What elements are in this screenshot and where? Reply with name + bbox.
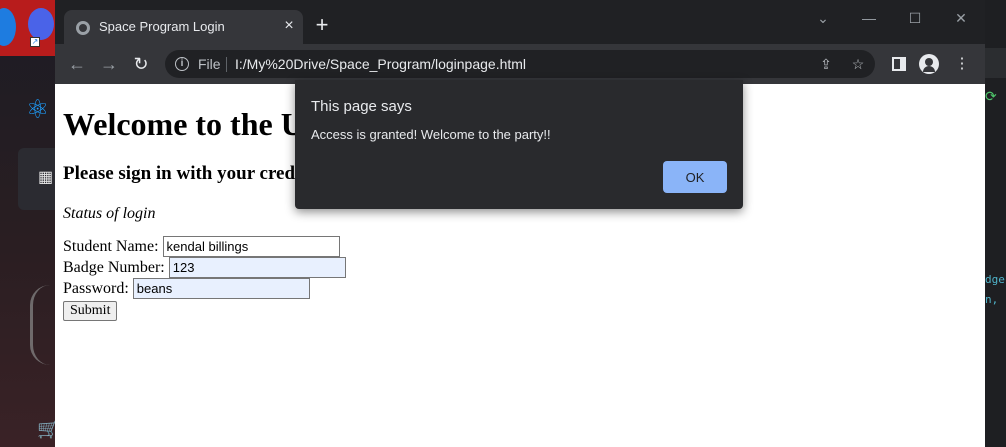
ok-button[interactable]: OK [663, 161, 727, 193]
window-close-icon[interactable]: ✕ [951, 8, 971, 28]
browser-window: Space Program Login × + ⌄ — ☐ ✕ ← → ↻ i … [55, 0, 985, 447]
submit-button[interactable]: Submit [63, 300, 118, 321]
browser-toolbar: ← → ↻ i File I:/My%20Drive/Space_Program… [55, 44, 985, 84]
page-title: Welcome to the U [63, 106, 304, 142]
arrow-left-icon[interactable]: ← [65, 52, 89, 76]
star-icon[interactable]: ☆ [849, 55, 867, 73]
desktop-background-right: ⟳ dge n, [985, 0, 1006, 447]
reload-icon[interactable]: ↻ [129, 52, 153, 76]
desktop-background-left: ↗ ⚛ ▦ 🛒 [0, 0, 56, 447]
close-icon[interactable]: × [280, 17, 298, 35]
badge-number-label: Badge Number: [63, 259, 165, 276]
student-name-label: Student Name: [63, 238, 159, 255]
plus-icon[interactable]: + [311, 14, 333, 36]
tab-space-program-login[interactable]: Space Program Login × [64, 10, 303, 44]
cart-icon[interactable]: 🛒 [37, 419, 56, 439]
student-name-input[interactable] [162, 236, 340, 257]
alert-dialog: This page says Access is granted! Welcom… [295, 80, 743, 209]
dialog-message: Access is granted! Welcome to the party!… [311, 127, 551, 142]
login-form: Student Name: Badge Number: Password: Su… [63, 236, 346, 321]
maximize-icon[interactable]: ☐ [905, 8, 925, 28]
shortcut-arrow-icon: ↗ [30, 37, 40, 47]
desktop-discord-icon[interactable] [28, 8, 54, 40]
url-scheme: File [198, 56, 221, 72]
editor-code-text: n, [985, 293, 999, 306]
dialog-title: This page says [311, 98, 412, 115]
refresh-icon[interactable]: ⟳ [985, 88, 997, 105]
badge-number-input[interactable] [168, 257, 346, 278]
editor-code-text: dge [985, 273, 1005, 286]
info-icon[interactable]: i [175, 57, 189, 71]
arrow-right-icon[interactable]: → [97, 52, 121, 76]
launcher-logo-icon[interactable]: ⚛ [26, 94, 56, 124]
editor-bar [985, 48, 1006, 78]
url-text[interactable]: I:/My%20Drive/Space_Program/loginpage.ht… [235, 56, 526, 72]
address-bar[interactable]: i File I:/My%20Drive/Space_Program/login… [165, 50, 875, 78]
side-panel-icon[interactable] [892, 57, 906, 71]
wallpaper-art [30, 285, 56, 365]
tab-title: Space Program Login [99, 19, 225, 34]
profile-icon[interactable] [919, 54, 939, 74]
page-subtitle: Please sign in with your crede [63, 163, 304, 184]
password-input[interactable] [132, 278, 310, 299]
login-status: Status of login [63, 205, 156, 222]
chevron-down-icon[interactable]: ⌄ [813, 8, 833, 28]
grid-icon: ▦ [38, 169, 54, 186]
kebab-menu-icon[interactable]: ⋮ [952, 54, 972, 74]
share-icon[interactable]: ⇪ [817, 55, 835, 73]
minimize-icon[interactable]: — [859, 8, 879, 28]
password-label: Password: [63, 280, 129, 297]
title-bar: Space Program Login × + ⌄ — ☐ ✕ [55, 0, 985, 44]
globe-icon [76, 21, 90, 35]
divider [226, 57, 227, 72]
